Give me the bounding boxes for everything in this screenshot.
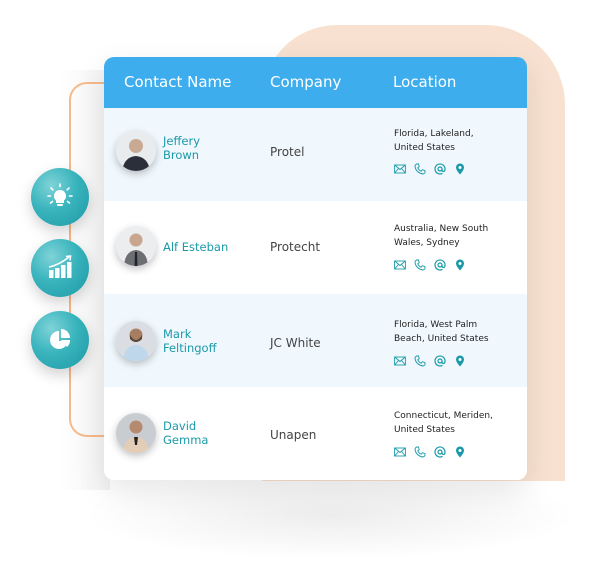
table-header: Contact Name Company Location: [104, 57, 527, 108]
column-header-contact-name[interactable]: Contact Name: [124, 73, 231, 91]
table-row[interactable]: Jeffery Brown Protel Florida, Lakeland, …: [104, 108, 527, 201]
location-text: Florida, Lakeland, United States: [394, 127, 514, 155]
contact-name-line2: Gemma: [163, 433, 209, 447]
location-line2: Beach, United States: [394, 334, 489, 344]
location-line1: Florida, West Palm: [394, 320, 478, 330]
contact-name-line1: Jeffery: [163, 134, 200, 148]
contact-name-line1: Mark: [163, 327, 192, 341]
contact-name-line1: David: [163, 419, 197, 433]
location-line2: United States: [394, 425, 455, 435]
location-line1: Florida, Lakeland,: [394, 129, 474, 139]
location-pin-icon[interactable]: [454, 446, 466, 458]
mail-icon[interactable]: [394, 259, 406, 271]
location-pin-icon[interactable]: [454, 163, 466, 175]
company-name: Protecht: [270, 240, 321, 254]
table-row[interactable]: Mark Feltingoff JC White Florida, West P…: [104, 294, 527, 387]
at-icon[interactable]: [434, 259, 446, 271]
company-name: Unapen: [270, 428, 317, 442]
location-line1: Connecticut, Meriden,: [394, 411, 493, 421]
phone-icon[interactable]: [414, 446, 426, 458]
contact-actions: [394, 355, 466, 367]
company-name: JC White: [270, 336, 321, 350]
phone-icon[interactable]: [414, 163, 426, 175]
pie-chart-icon: [50, 329, 71, 349]
mail-icon[interactable]: [394, 355, 406, 367]
phone-icon[interactable]: [414, 355, 426, 367]
location-text: Florida, West Palm Beach, United States: [394, 318, 514, 346]
company-name: Protel: [270, 145, 305, 159]
at-icon[interactable]: [434, 446, 446, 458]
growth-chart-icon: [48, 255, 72, 278]
location-pin-icon[interactable]: [454, 259, 466, 271]
analytics-button[interactable]: [31, 311, 89, 369]
mail-icon[interactable]: [394, 446, 406, 458]
phone-icon[interactable]: [414, 259, 426, 271]
contact-actions: [394, 259, 466, 271]
mail-icon[interactable]: [394, 163, 406, 175]
growth-stats-button[interactable]: [31, 239, 89, 297]
avatar: [116, 413, 156, 453]
contacts-table-card: Contact Name Company Location Jeffery Br…: [104, 57, 527, 480]
contact-name-line2: Feltingoff: [163, 341, 217, 355]
table-row[interactable]: David Gemma Unapen Connecticut, Meriden,…: [104, 387, 527, 480]
lightbulb-icon: [47, 183, 73, 206]
location-text: Australia, New South Wales, Sydney: [394, 222, 514, 250]
location-text: Connecticut, Meriden, United States: [394, 409, 514, 437]
location-line1: Australia, New South: [394, 224, 489, 234]
contact-name-line1: Alf Esteban: [163, 240, 229, 254]
column-header-company[interactable]: Company: [270, 73, 341, 91]
at-icon[interactable]: [434, 355, 446, 367]
location-line2: Wales, Sydney: [394, 238, 460, 248]
location-pin-icon[interactable]: [454, 355, 466, 367]
contact-actions: [394, 163, 466, 175]
table-row[interactable]: Alf Esteban Protecht Australia, New Sout…: [104, 201, 527, 294]
insights-button[interactable]: [31, 168, 89, 226]
contact-name-link[interactable]: Mark Feltingoff: [163, 327, 238, 355]
avatar: [116, 226, 156, 266]
contact-actions: [394, 446, 466, 458]
at-icon[interactable]: [434, 163, 446, 175]
contact-name-link[interactable]: Jeffery Brown: [163, 134, 238, 162]
avatar: [116, 131, 156, 171]
avatar: [116, 321, 156, 361]
column-header-location[interactable]: Location: [393, 73, 456, 91]
contact-name-link[interactable]: Alf Esteban: [163, 240, 238, 254]
contact-name-link[interactable]: David Gemma: [163, 419, 238, 447]
location-line2: United States: [394, 143, 455, 153]
decorative-shadow: [80, 470, 580, 560]
contact-name-line2: Brown: [163, 148, 200, 162]
